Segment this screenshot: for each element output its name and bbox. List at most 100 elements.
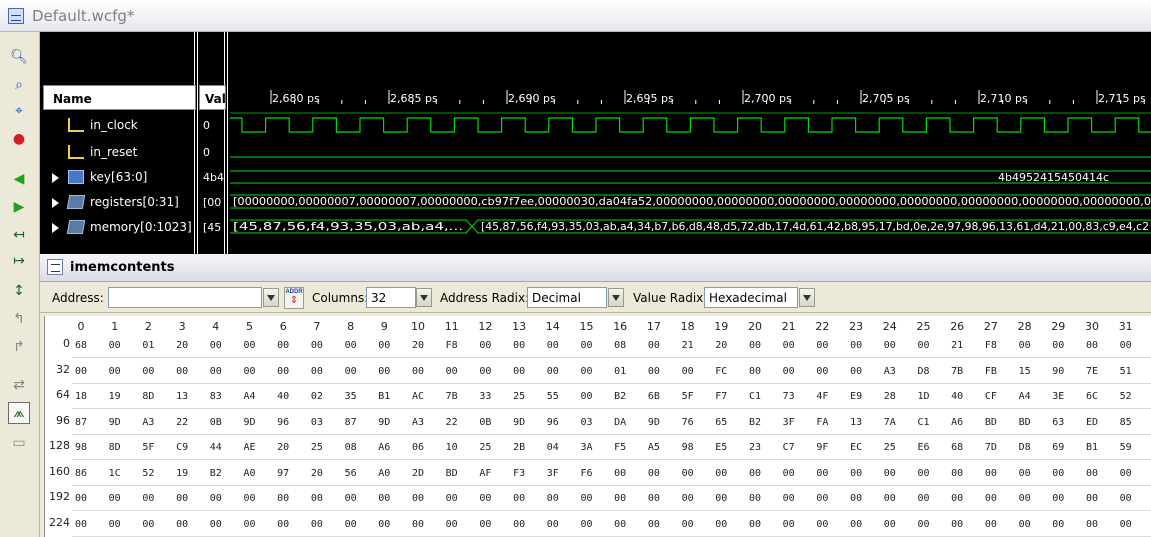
memory-cell[interactable]: 2D	[406, 466, 430, 482]
memory-cell[interactable]: 00	[642, 491, 666, 507]
memory-cell[interactable]: 00	[204, 338, 228, 354]
zoom-in-icon[interactable]: 🔍︎	[8, 46, 30, 68]
memory-cell[interactable]: 03	[305, 415, 329, 431]
memory-cell[interactable]: 76	[676, 415, 700, 431]
memory-cell[interactable]: 23	[743, 440, 767, 456]
memory-cell[interactable]: 20	[271, 440, 295, 456]
memory-cell[interactable]: 00	[473, 517, 497, 533]
memory-cell[interactable]: 56	[339, 466, 363, 482]
waveform-canvas[interactable]: 2,680 ps 2,685 ps 2,690 ps 2,695 ps 2,700 ps…	[230, 32, 1151, 254]
memory-cell[interactable]: 00	[1080, 466, 1104, 482]
memory-cell[interactable]: ED	[1080, 415, 1104, 431]
memory-cell[interactable]: 00	[69, 517, 93, 533]
memory-cell[interactable]: 97	[271, 466, 295, 482]
memory-cell[interactable]: 9D	[372, 415, 396, 431]
memory-cell[interactable]: A6	[372, 440, 396, 456]
memory-cell[interactable]: 00	[69, 364, 93, 380]
memory-cell[interactable]: 00	[676, 491, 700, 507]
memory-cell[interactable]: 00	[844, 491, 868, 507]
expand-arrow-icon[interactable]	[52, 173, 59, 183]
memory-cell[interactable]: 03	[575, 415, 599, 431]
memory-cell[interactable]: 00	[777, 491, 801, 507]
memory-cell[interactable]: 00	[1046, 491, 1070, 507]
memory-cell[interactable]: B1	[1080, 440, 1104, 456]
memory-cell[interactable]: 98	[676, 440, 700, 456]
memory-cell[interactable]: 63	[1046, 415, 1070, 431]
address-radix-select[interactable]: Decimal	[527, 287, 607, 308]
memory-cell[interactable]: C1	[912, 415, 936, 431]
memory-cell[interactable]: 96	[541, 415, 565, 431]
memory-cell[interactable]: 22	[170, 415, 194, 431]
memory-cell[interactable]: 00	[810, 338, 834, 354]
expand-arrow-icon[interactable]	[52, 223, 59, 233]
memory-cell[interactable]: 00	[238, 517, 262, 533]
memory-cell[interactable]: 18	[69, 389, 93, 405]
memory-cell[interactable]: B2	[204, 466, 228, 482]
memory-cell[interactable]: 00	[103, 491, 127, 507]
memory-cell[interactable]: 86	[69, 466, 93, 482]
go-to-start-icon[interactable]: ◀	[8, 168, 30, 190]
memory-cell[interactable]: 00	[541, 517, 565, 533]
memory-cell[interactable]: 00	[271, 517, 295, 533]
memory-cell[interactable]: 00	[777, 364, 801, 380]
memory-cell[interactable]: 00	[810, 491, 834, 507]
memory-cell[interactable]: 65	[709, 415, 733, 431]
signal-row-memory[interactable]: memory[0:1023] [45	[40, 217, 230, 237]
memory-cell[interactable]: 00	[204, 364, 228, 380]
memory-cell[interactable]: 00	[541, 364, 565, 380]
memory-cell[interactable]: 00	[844, 338, 868, 354]
memory-cell[interactable]: 00	[844, 466, 868, 482]
memory-cell[interactable]: 00	[136, 517, 160, 533]
memory-cell[interactable]: 00	[372, 338, 396, 354]
memory-cell[interactable]: 00	[305, 491, 329, 507]
memory-cell[interactable]: 00	[912, 466, 936, 482]
memory-cell[interactable]: 85	[1114, 415, 1138, 431]
memory-cell[interactable]: 00	[541, 338, 565, 354]
memory-cell[interactable]: 02	[305, 389, 329, 405]
memory-cell[interactable]: 00	[878, 517, 902, 533]
memory-cell[interactable]: 00	[440, 517, 464, 533]
memory-cell[interactable]: 00	[1046, 466, 1070, 482]
memory-cell[interactable]: 00	[1114, 491, 1138, 507]
memory-grid[interactable]: 0 1 2 3 4 5 6 7 8 9 10 11 12 13 14 15 16 17 18 19 20 21 22 23 24…	[44, 316, 1151, 537]
memory-cell[interactable]: 00	[473, 491, 497, 507]
memory-cell[interactable]: A3	[136, 415, 160, 431]
memory-cell[interactable]: 1D	[912, 389, 936, 405]
memory-cell[interactable]: 3A	[575, 440, 599, 456]
memory-cell[interactable]: 15	[1013, 364, 1037, 380]
memory-cell[interactable]: 00	[170, 517, 194, 533]
memory-cell[interactable]: 00	[979, 517, 1003, 533]
value-radix-select[interactable]: Hexadecimal	[704, 287, 798, 308]
memory-cell[interactable]: 7B	[440, 389, 464, 405]
memory-cell[interactable]: A6	[945, 415, 969, 431]
memory-cell[interactable]: 3F	[541, 466, 565, 482]
memory-cell[interactable]: 8D	[136, 389, 160, 405]
memory-cell[interactable]: 00	[810, 517, 834, 533]
memory-cell[interactable]: 00	[642, 364, 666, 380]
add-marker-icon[interactable]: ↕	[8, 280, 30, 302]
memory-cell[interactable]: 00	[406, 517, 430, 533]
memory-cell[interactable]: B2	[743, 415, 767, 431]
memory-cell[interactable]: 55	[541, 389, 565, 405]
memory-cell[interactable]: 00	[912, 338, 936, 354]
memory-cell[interactable]: 00	[473, 364, 497, 380]
memory-cell[interactable]: 00	[305, 338, 329, 354]
memory-cell[interactable]: 00	[608, 517, 632, 533]
previous-marker-icon[interactable]: ↰	[8, 308, 30, 330]
memory-cell[interactable]: FB	[979, 364, 1003, 380]
memory-cell[interactable]: D8	[912, 364, 936, 380]
memory-cell[interactable]: 00	[372, 491, 396, 507]
waveform-viewer[interactable]: Name Value in_clock 0 in_reset 0 key[63:…	[40, 32, 1151, 254]
memory-cell[interactable]: 00	[238, 338, 262, 354]
memory-cell[interactable]: BD	[979, 415, 1003, 431]
memory-cell[interactable]: 0B	[204, 415, 228, 431]
memory-cell[interactable]: 00	[305, 517, 329, 533]
memory-cell[interactable]: A4	[1013, 389, 1037, 405]
memory-cell[interactable]: 00	[339, 517, 363, 533]
memory-cell[interactable]: 00	[743, 338, 767, 354]
memory-cell[interactable]: 00	[844, 364, 868, 380]
memory-cell[interactable]: 00	[238, 364, 262, 380]
memory-cell[interactable]: 90	[1046, 364, 1070, 380]
memory-cell[interactable]: 33	[473, 389, 497, 405]
memory-cell[interactable]: 28	[878, 389, 902, 405]
